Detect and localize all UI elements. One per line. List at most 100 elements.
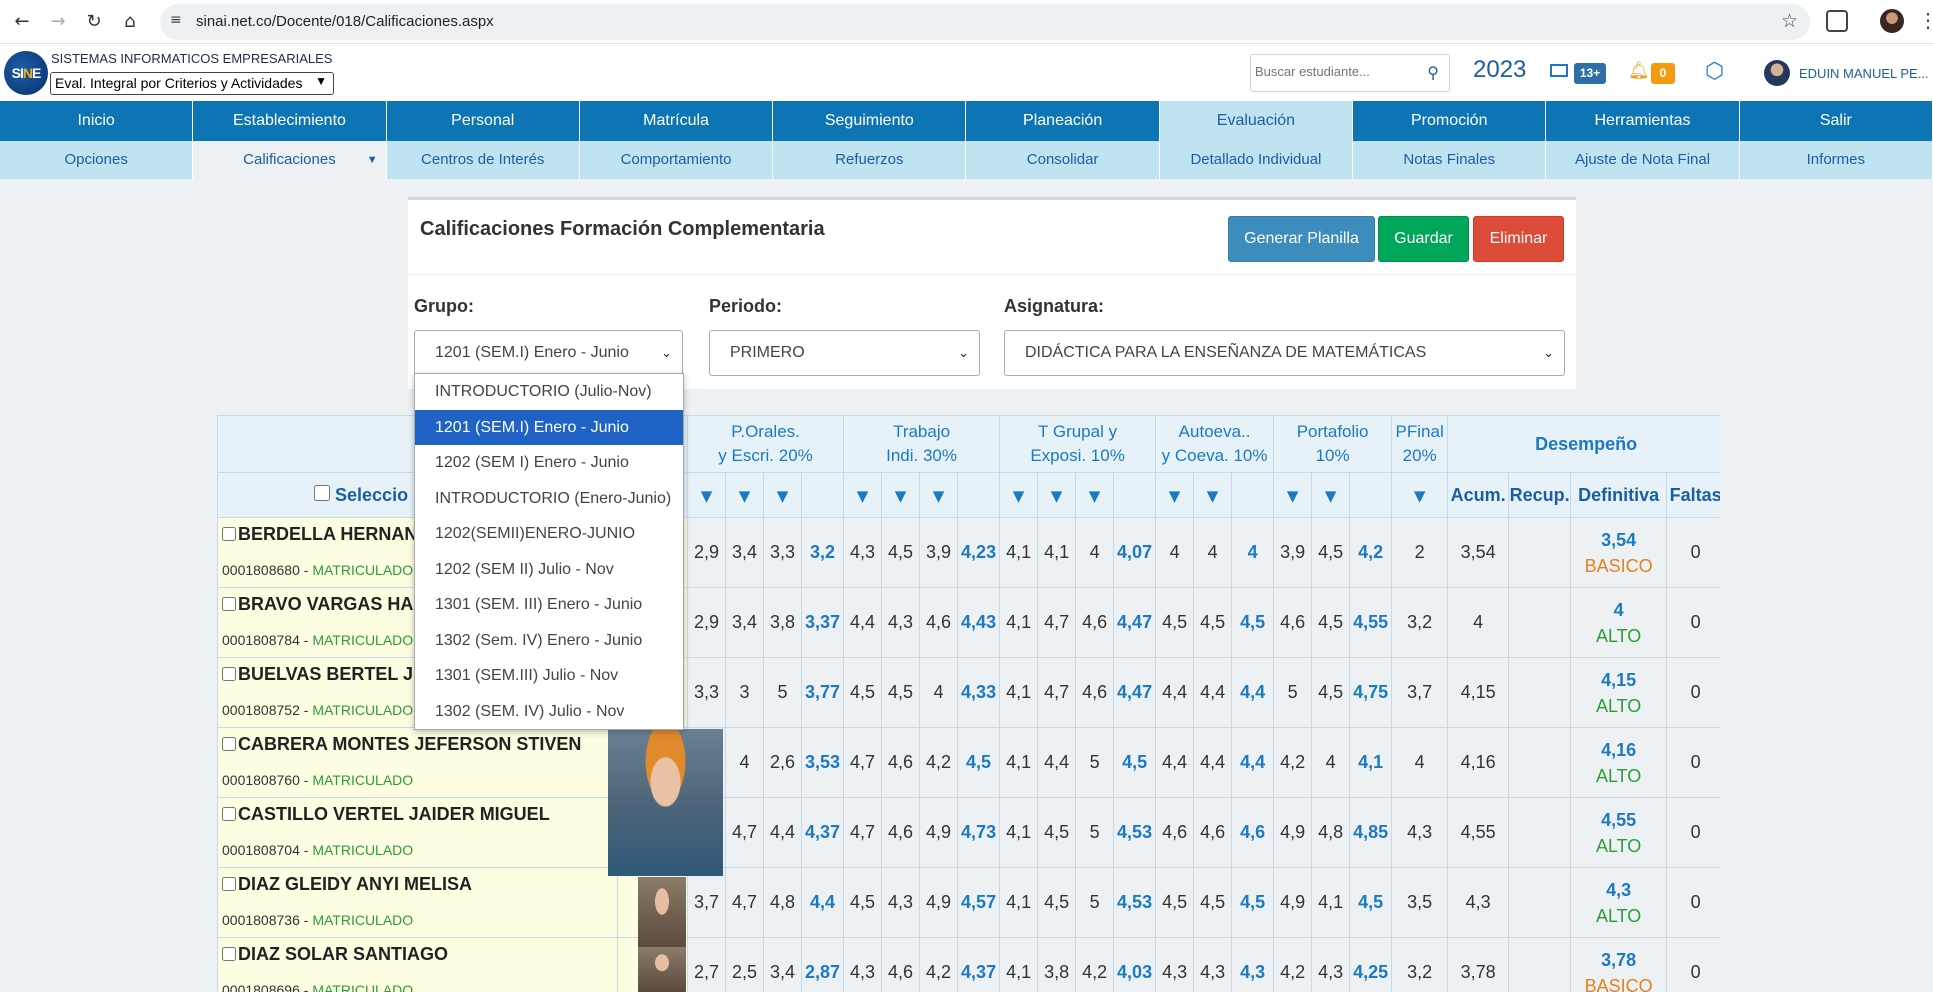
grade-grupal[interactable]: 5: [1075, 797, 1115, 868]
filter-pfinal[interactable]: ▼: [1391, 472, 1449, 518]
grade-trabajo[interactable]: 4,5: [881, 657, 921, 728]
student-checkbox[interactable]: [222, 597, 236, 611]
student-search[interactable]: ⚲: [1250, 54, 1450, 92]
grade-trabajo[interactable]: 4,2: [919, 937, 959, 992]
back-icon[interactable]: ←: [10, 10, 34, 34]
grade-portafolio[interactable]: 4,9: [1273, 797, 1313, 868]
filter-auto-1[interactable]: ▼: [1155, 472, 1195, 518]
grade-grupal[interactable]: 4,7: [1037, 587, 1077, 658]
faltas-value[interactable]: 0: [1666, 727, 1720, 798]
grade-pfinal[interactable]: 3,5: [1391, 867, 1449, 938]
filter-trabajo-2[interactable]: ▼: [881, 472, 921, 518]
subnav-calificaciones[interactable]: Calificaciones ▼: [193, 141, 387, 179]
group-option-selected[interactable]: 1201 (SEM.I) Enero - Junio: [415, 409, 683, 445]
mail-icon[interactable]: [1550, 64, 1568, 77]
grade-pfinal[interactable]: 3,2: [1391, 937, 1449, 992]
filter-icon[interactable]: ▼: [739, 487, 751, 505]
filter-icon[interactable]: ▼: [1013, 487, 1025, 505]
grade-orales[interactable]: 2,7: [687, 937, 727, 992]
faltas-value[interactable]: 0: [1666, 517, 1720, 588]
subnav-refuerzos[interactable]: Refuerzos: [773, 141, 967, 179]
notifications-badge[interactable]: 0: [1651, 63, 1675, 84]
grade-portafolio[interactable]: 4,6: [1273, 587, 1313, 658]
grade-autoeval[interactable]: 4,5: [1193, 867, 1233, 938]
grade-grupal[interactable]: 4: [1075, 517, 1115, 588]
grade-portafolio[interactable]: 4: [1311, 727, 1351, 798]
filter-trabajo-1[interactable]: ▼: [843, 472, 883, 518]
subnav-notas-finales[interactable]: Notas Finales: [1353, 141, 1547, 179]
nav-herramientas[interactable]: Herramientas: [1546, 101, 1740, 141]
filter-grupal-2[interactable]: ▼: [1037, 472, 1077, 518]
faltas-value[interactable]: 0: [1666, 657, 1720, 728]
grade-autoeval[interactable]: 4,6: [1193, 797, 1233, 868]
group-option[interactable]: 1301 (SEM. III) Enero - Junio: [415, 587, 683, 623]
recup-value[interactable]: [1508, 727, 1572, 798]
grade-portafolio[interactable]: 5: [1273, 657, 1313, 728]
subnav-comportamiento[interactable]: Comportamiento: [580, 141, 774, 179]
grade-trabajo[interactable]: 4,4: [843, 587, 883, 658]
grade-autoeval[interactable]: 4: [1155, 517, 1195, 588]
grade-trabajo[interactable]: 4,6: [881, 937, 921, 992]
group-option[interactable]: 1302 (SEM. IV) Julio - Nov: [415, 694, 683, 730]
grade-orales[interactable]: 3,3: [687, 657, 727, 728]
grade-orales[interactable]: 3: [725, 657, 765, 728]
filter-icon[interactable]: ▼: [895, 487, 907, 505]
filter-icon[interactable]: ▼: [1169, 487, 1181, 505]
select-all-checkbox[interactable]: [314, 484, 330, 501]
grade-orales[interactable]: 4,8: [763, 867, 803, 938]
profile-avatar[interactable]: [1880, 9, 1904, 33]
grade-grupal[interactable]: 4,2: [1075, 937, 1115, 992]
nav-promocion[interactable]: Promoción: [1353, 101, 1547, 141]
grade-orales[interactable]: 3,4: [725, 587, 765, 658]
recup-value[interactable]: [1508, 797, 1572, 868]
grade-portafolio[interactable]: 4,5: [1311, 587, 1351, 658]
grade-grupal[interactable]: 4,6: [1075, 587, 1115, 658]
grade-grupal[interactable]: 4,1: [1037, 517, 1077, 588]
grade-autoeval[interactable]: 4,6: [1155, 797, 1195, 868]
grade-trabajo[interactable]: 4,9: [919, 797, 959, 868]
group-option[interactable]: 1202(SEMII)ENERO-JUNIO: [415, 516, 683, 552]
student-checkbox[interactable]: [222, 807, 236, 821]
grade-portafolio[interactable]: 4,5: [1311, 657, 1351, 728]
grade-portafolio[interactable]: 3,9: [1273, 517, 1313, 588]
student-checkbox[interactable]: [222, 667, 236, 681]
grade-grupal[interactable]: 3,8: [1037, 937, 1077, 992]
student-name[interactable]: CASTILLO VERTEL JAIDER MIGUEL: [238, 804, 550, 824]
group-option[interactable]: 1202 (SEM I) Enero - Junio: [415, 445, 683, 481]
filter-auto-2[interactable]: ▼: [1193, 472, 1233, 518]
subnav-opciones[interactable]: Opciones: [0, 141, 194, 179]
nav-salir[interactable]: Salir: [1740, 101, 1933, 141]
bookmark-star-icon[interactable]: ☆: [1781, 10, 1798, 32]
grade-autoeval[interactable]: 4,5: [1155, 867, 1195, 938]
grade-autoeval[interactable]: 4,5: [1193, 587, 1233, 658]
grade-trabajo[interactable]: 3,9: [919, 517, 959, 588]
filter-grupal-1[interactable]: ▼: [999, 472, 1039, 518]
forward-icon[interactable]: →: [46, 10, 70, 34]
search-icon[interactable]: ⚲: [1427, 63, 1439, 82]
filter-icon[interactable]: ▼: [777, 487, 789, 505]
filter-port-2[interactable]: ▼: [1311, 472, 1351, 518]
grade-trabajo[interactable]: 4,6: [881, 727, 921, 798]
subnav-informes[interactable]: Informes: [1740, 141, 1933, 179]
subnav-detallado-individual[interactable]: Detallado Individual: [1160, 141, 1354, 179]
recup-value[interactable]: [1508, 657, 1572, 728]
browser-menu-icon[interactable]: ⋮: [1918, 8, 1933, 33]
filter-icon[interactable]: ▼: [857, 487, 869, 505]
evaluation-mode-select[interactable]: Eval. Integral por Criterios y Actividad…: [50, 72, 334, 95]
reload-icon[interactable]: ↻: [82, 10, 106, 34]
faltas-value[interactable]: 0: [1666, 937, 1720, 992]
recup-value[interactable]: [1508, 937, 1572, 992]
nav-seguimiento[interactable]: Seguimiento: [773, 101, 967, 141]
filter-grupal-3[interactable]: ▼: [1075, 472, 1115, 518]
user-name[interactable]: EDUIN MANUEL PE...: [1799, 66, 1929, 81]
faltas-value[interactable]: 0: [1666, 867, 1720, 938]
site-info-icon[interactable]: ≡: [170, 12, 182, 28]
student-name[interactable]: BUELVAS BERTEL JHO: [238, 664, 440, 684]
extensions-icon[interactable]: [1826, 10, 1848, 32]
grade-autoeval[interactable]: 4,3: [1155, 937, 1195, 992]
student-name[interactable]: BRAVO VARGAS HAR: [238, 594, 426, 614]
grade-orales[interactable]: 4,7: [725, 797, 765, 868]
grade-grupal[interactable]: 4,7: [1037, 657, 1077, 728]
address-bar[interactable]: ≡ sinai.net.co/Docente/018/Calificacione…: [160, 4, 1810, 40]
bell-icon[interactable]: 🔔︎: [1628, 61, 1650, 81]
